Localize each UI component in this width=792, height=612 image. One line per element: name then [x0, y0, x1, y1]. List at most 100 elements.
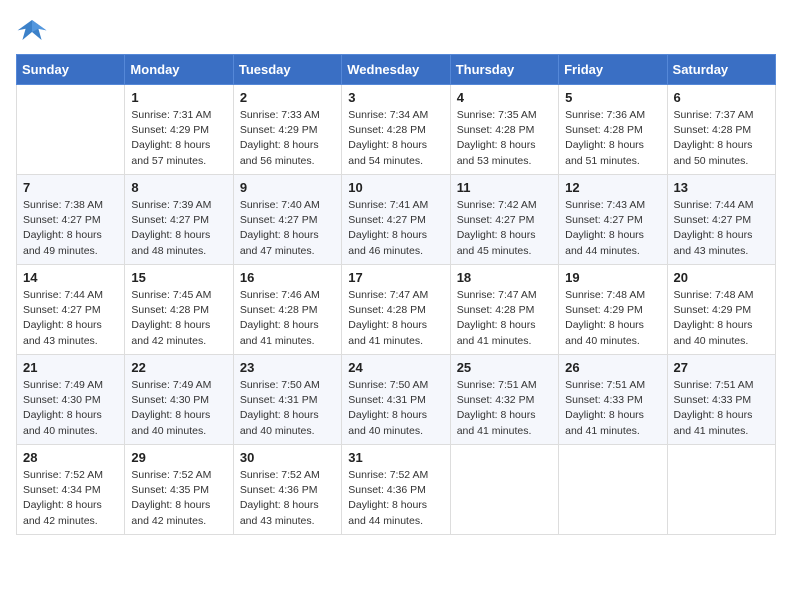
calendar-cell: 4 Sunrise: 7:35 AM Sunset: 4:28 PM Daylig…: [450, 85, 558, 175]
calendar-cell: [17, 85, 125, 175]
day-number: 5: [565, 90, 660, 105]
calendar-cell: 17 Sunrise: 7:47 AM Sunset: 4:28 PM Dayli…: [342, 265, 450, 355]
day-number: 17: [348, 270, 443, 285]
day-number: 27: [674, 360, 769, 375]
day-number: 12: [565, 180, 660, 195]
day-info: Sunrise: 7:51 AM Sunset: 4:33 PM Dayligh…: [565, 378, 660, 439]
calendar-header-wednesday: Wednesday: [342, 55, 450, 85]
day-info: Sunrise: 7:42 AM Sunset: 4:27 PM Dayligh…: [457, 198, 552, 259]
calendar-cell: 10 Sunrise: 7:41 AM Sunset: 4:27 PM Dayli…: [342, 175, 450, 265]
day-info: Sunrise: 7:36 AM Sunset: 4:28 PM Dayligh…: [565, 108, 660, 169]
day-info: Sunrise: 7:47 AM Sunset: 4:28 PM Dayligh…: [457, 288, 552, 349]
calendar-header-thursday: Thursday: [450, 55, 558, 85]
calendar-header-tuesday: Tuesday: [233, 55, 341, 85]
calendar-cell: 22Sunrise: 7:49 AM Sunset: 4:30 PM Dayli…: [125, 355, 233, 445]
day-info: Sunrise: 7:50 AM Sunset: 4:31 PM Dayligh…: [240, 378, 335, 439]
day-number: 8: [131, 180, 226, 195]
day-number: 4: [457, 90, 552, 105]
calendar-header-saturday: Saturday: [667, 55, 775, 85]
calendar-cell: 27 Sunrise: 7:51 AM Sunset: 4:33 PM Dayli…: [667, 355, 775, 445]
day-info: Sunrise: 7:40 AM Sunset: 4:27 PM Dayligh…: [240, 198, 335, 259]
day-number: 30: [240, 450, 335, 465]
day-info: Sunrise: 7:39 AM Sunset: 4:27 PM Dayligh…: [131, 198, 226, 259]
day-info: Sunrise: 7:41 AM Sunset: 4:27 PM Dayligh…: [348, 198, 443, 259]
day-info: Sunrise: 7:44 AM Sunset: 4:27 PM Dayligh…: [674, 198, 769, 259]
day-number: 10: [348, 180, 443, 195]
logo: [16, 16, 54, 44]
week-row-4: 21Sunrise: 7:49 AM Sunset: 4:30 PM Dayli…: [17, 355, 776, 445]
day-info: Sunrise: 7:52 AM Sunset: 4:36 PM Dayligh…: [348, 468, 443, 529]
day-number: 11: [457, 180, 552, 195]
day-number: 26: [565, 360, 660, 375]
calendar-header-sunday: Sunday: [17, 55, 125, 85]
day-info: Sunrise: 7:43 AM Sunset: 4:27 PM Dayligh…: [565, 198, 660, 259]
calendar-cell: 13 Sunrise: 7:44 AM Sunset: 4:27 PM Dayli…: [667, 175, 775, 265]
calendar-cell: 5 Sunrise: 7:36 AM Sunset: 4:28 PM Daylig…: [559, 85, 667, 175]
calendar-table: SundayMondayTuesdayWednesdayThursdayFrid…: [16, 54, 776, 535]
calendar-cell: 12 Sunrise: 7:43 AM Sunset: 4:27 PM Dayli…: [559, 175, 667, 265]
day-info: Sunrise: 7:45 AM Sunset: 4:28 PM Dayligh…: [131, 288, 226, 349]
calendar-cell: 30 Sunrise: 7:52 AM Sunset: 4:36 PM Dayli…: [233, 445, 341, 535]
day-info: Sunrise: 7:52 AM Sunset: 4:36 PM Dayligh…: [240, 468, 335, 529]
calendar-cell: 21Sunrise: 7:49 AM Sunset: 4:30 PM Dayli…: [17, 355, 125, 445]
day-number: 13: [674, 180, 769, 195]
calendar-cell: 29 Sunrise: 7:52 AM Sunset: 4:35 PM Dayli…: [125, 445, 233, 535]
day-info: Sunrise: 7:38 AM Sunset: 4:27 PM Dayligh…: [23, 198, 118, 259]
calendar-cell: 11 Sunrise: 7:42 AM Sunset: 4:27 PM Dayli…: [450, 175, 558, 265]
calendar-cell: 6 Sunrise: 7:37 AM Sunset: 4:28 PM Daylig…: [667, 85, 775, 175]
calendar-cell: 16 Sunrise: 7:46 AM Sunset: 4:28 PM Dayli…: [233, 265, 341, 355]
calendar-cell: 18 Sunrise: 7:47 AM Sunset: 4:28 PM Dayli…: [450, 265, 558, 355]
day-info: Sunrise: 7:44 AM Sunset: 4:27 PM Dayligh…: [23, 288, 118, 349]
calendar-cell: 14Sunrise: 7:44 AM Sunset: 4:27 PM Dayli…: [17, 265, 125, 355]
day-info: Sunrise: 7:50 AM Sunset: 4:31 PM Dayligh…: [348, 378, 443, 439]
day-number: 20: [674, 270, 769, 285]
day-number: 28: [23, 450, 118, 465]
calendar-cell: 1Sunrise: 7:31 AM Sunset: 4:29 PM Daylig…: [125, 85, 233, 175]
day-info: Sunrise: 7:49 AM Sunset: 4:30 PM Dayligh…: [23, 378, 118, 439]
calendar-cell: 31 Sunrise: 7:52 AM Sunset: 4:36 PM Dayli…: [342, 445, 450, 535]
week-row-1: 1Sunrise: 7:31 AM Sunset: 4:29 PM Daylig…: [17, 85, 776, 175]
calendar-cell: 2 Sunrise: 7:33 AM Sunset: 4:29 PM Daylig…: [233, 85, 341, 175]
day-info: Sunrise: 7:52 AM Sunset: 4:35 PM Dayligh…: [131, 468, 226, 529]
day-info: Sunrise: 7:37 AM Sunset: 4:28 PM Dayligh…: [674, 108, 769, 169]
day-number: 15: [131, 270, 226, 285]
day-number: 19: [565, 270, 660, 285]
calendar-cell: 9 Sunrise: 7:40 AM Sunset: 4:27 PM Daylig…: [233, 175, 341, 265]
day-info: Sunrise: 7:34 AM Sunset: 4:28 PM Dayligh…: [348, 108, 443, 169]
calendar-header-monday: Monday: [125, 55, 233, 85]
day-info: Sunrise: 7:51 AM Sunset: 4:33 PM Dayligh…: [674, 378, 769, 439]
day-number: 23: [240, 360, 335, 375]
calendar-header-row: SundayMondayTuesdayWednesdayThursdayFrid…: [17, 55, 776, 85]
calendar-cell: 26 Sunrise: 7:51 AM Sunset: 4:33 PM Dayli…: [559, 355, 667, 445]
calendar-header-friday: Friday: [559, 55, 667, 85]
day-number: 6: [674, 90, 769, 105]
calendar-cell: 19Sunrise: 7:48 AM Sunset: 4:29 PM Dayli…: [559, 265, 667, 355]
day-number: 2: [240, 90, 335, 105]
calendar-cell: [667, 445, 775, 535]
day-number: 3: [348, 90, 443, 105]
calendar-cell: [450, 445, 558, 535]
day-info: Sunrise: 7:35 AM Sunset: 4:28 PM Dayligh…: [457, 108, 552, 169]
day-info: Sunrise: 7:51 AM Sunset: 4:32 PM Dayligh…: [457, 378, 552, 439]
day-info: Sunrise: 7:33 AM Sunset: 4:29 PM Dayligh…: [240, 108, 335, 169]
day-number: 31: [348, 450, 443, 465]
calendar-cell: 23 Sunrise: 7:50 AM Sunset: 4:31 PM Dayli…: [233, 355, 341, 445]
calendar-cell: 3 Sunrise: 7:34 AM Sunset: 4:28 PM Daylig…: [342, 85, 450, 175]
logo-bird-icon: [16, 16, 48, 44]
week-row-2: 7Sunrise: 7:38 AM Sunset: 4:27 PM Daylig…: [17, 175, 776, 265]
day-number: 1: [131, 90, 226, 105]
page-header: [16, 16, 776, 44]
week-row-5: 28Sunrise: 7:52 AM Sunset: 4:34 PM Dayli…: [17, 445, 776, 535]
day-number: 18: [457, 270, 552, 285]
day-number: 29: [131, 450, 226, 465]
day-number: 16: [240, 270, 335, 285]
calendar-cell: 20 Sunrise: 7:48 AM Sunset: 4:29 PM Dayli…: [667, 265, 775, 355]
calendar-cell: 24Sunrise: 7:50 AM Sunset: 4:31 PM Dayli…: [342, 355, 450, 445]
calendar-cell: 28Sunrise: 7:52 AM Sunset: 4:34 PM Dayli…: [17, 445, 125, 535]
day-info: Sunrise: 7:48 AM Sunset: 4:29 PM Dayligh…: [674, 288, 769, 349]
day-number: 9: [240, 180, 335, 195]
day-info: Sunrise: 7:47 AM Sunset: 4:28 PM Dayligh…: [348, 288, 443, 349]
day-info: Sunrise: 7:46 AM Sunset: 4:28 PM Dayligh…: [240, 288, 335, 349]
day-number: 25: [457, 360, 552, 375]
day-number: 22: [131, 360, 226, 375]
